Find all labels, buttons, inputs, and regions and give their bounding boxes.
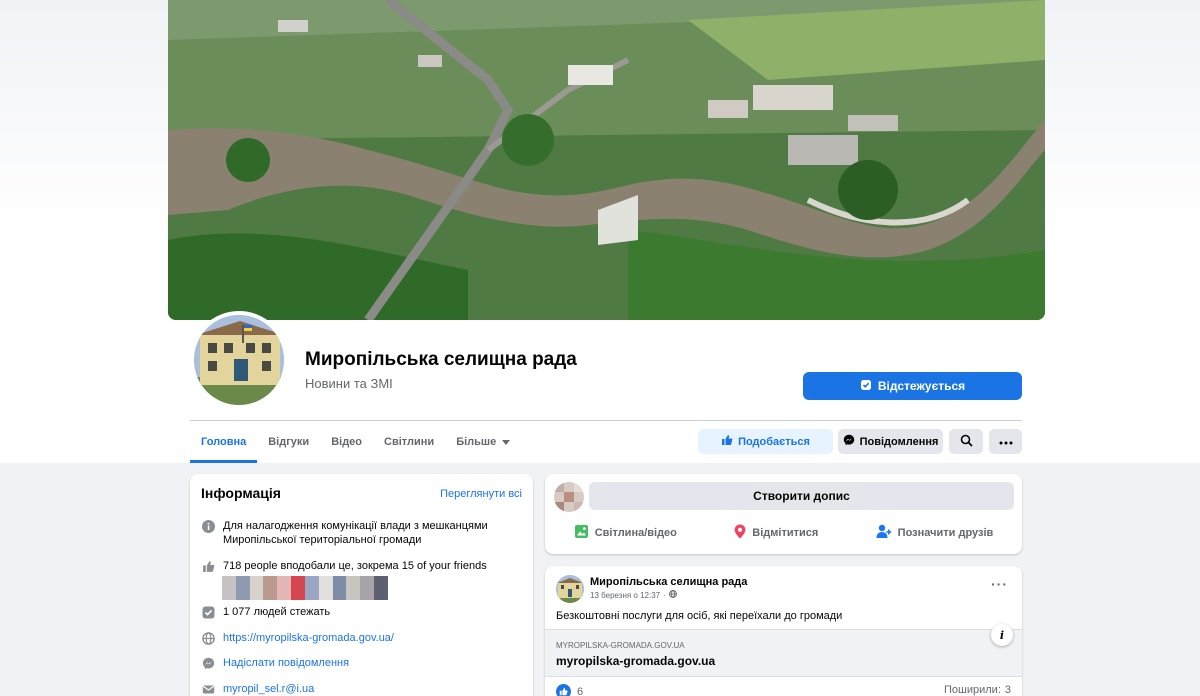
link-preview-title: myropilska-gromada.gov.ua (556, 654, 716, 668)
thumbs-up-icon (201, 559, 215, 573)
follow-check-icon (860, 379, 872, 394)
page-category[interactable]: Новини та ЗМІ (305, 376, 393, 391)
like-page-label: Подобається (738, 435, 810, 448)
website-link[interactable]: https://myropilska-gromada.gov.ua/ (223, 631, 394, 645)
friends-avatars-strip[interactable] (222, 576, 388, 600)
more-icon (999, 436, 1013, 448)
create-post-input[interactable]: Створити допис (589, 482, 1014, 510)
link-preview-domain: MYROPILSKA-GROMADA.GOV.UA (556, 641, 685, 650)
like-page-button[interactable]: Подобається (698, 429, 833, 454)
info-icon[interactable]: i (991, 624, 1013, 646)
post-meta: 13 березня о 12:37 · (590, 590, 677, 600)
tab-more[interactable]: Більше (445, 421, 521, 463)
tab-videos[interactable]: Відео (320, 421, 373, 463)
reactions-count: 6 (577, 685, 584, 696)
chevron-down-icon (502, 439, 511, 445)
link-preview[interactable]: MYROPILSKA-GROMADA.GOV.UA myropilska-gro… (545, 629, 1022, 677)
tab-reviews[interactable]: Відгуки (257, 421, 320, 463)
checkin-button[interactable]: Відмітитися (734, 518, 818, 548)
post-shares[interactable]: Поширили: 3 (944, 684, 1011, 696)
tab-videos-label: Відео (331, 436, 363, 448)
photo-video-label: Світлина/відео (594, 527, 677, 539)
post-reactions[interactable]: 6 (556, 684, 583, 696)
send-message-link[interactable]: Надіслати повідомлення (223, 656, 349, 670)
globe-small-icon (668, 590, 677, 600)
photo-icon (574, 524, 589, 542)
shares-count: 3 (1004, 684, 1011, 696)
tag-friends-button[interactable]: Позначити друзів (876, 518, 994, 548)
tab-more-label: Більше (456, 436, 497, 448)
checkin-label: Відмітитися (752, 527, 819, 539)
page-search-button[interactable] (949, 429, 983, 454)
post-card: Миропільська селищна рада 13 березня о 1… (545, 566, 1022, 696)
shares-label: Поширили: (944, 684, 1001, 696)
info-message-row: Надіслати повідомлення (201, 656, 349, 670)
messenger-icon (201, 656, 215, 670)
follow-check-icon (201, 605, 215, 619)
info-icon (201, 519, 215, 533)
message-button[interactable]: Повідомлення (838, 429, 943, 454)
composer-actions: Світлина/відео Відмітитися Позначити дру… (545, 518, 1022, 548)
page-tabs: Головна Відгуки Відео Світлини Більше (190, 421, 521, 463)
info-title: Інформація (201, 485, 281, 501)
tag-friends-icon (876, 524, 892, 542)
following-button[interactable]: Відстежується (803, 372, 1022, 400)
thumbs-up-icon (556, 684, 571, 696)
info-likes-row: 718 people вподобали це, зокрема 15 of y… (201, 559, 487, 573)
messenger-icon (843, 434, 855, 449)
tab-home-label: Головна (201, 436, 247, 448)
search-icon (960, 434, 973, 450)
tag-friends-label: Позначити друзів (897, 527, 994, 539)
envelope-icon (201, 682, 215, 696)
post-more-icon[interactable]: ··· (991, 576, 1008, 592)
cover-photo[interactable] (168, 0, 1045, 320)
info-website-row: https://myropilska-gromada.gov.ua/ (201, 631, 394, 645)
see-all-link[interactable]: Переглянути всі (440, 488, 522, 500)
info-card: Інформація Переглянути всі Для налагодже… (190, 474, 533, 696)
page-more-button[interactable] (989, 429, 1022, 454)
tab-reviews-label: Відгуки (268, 436, 310, 448)
post-text: Безкоштовні послуги для осіб, які переїх… (556, 610, 843, 622)
message-button-label: Повідомлення (859, 435, 939, 448)
thumbs-up-icon (721, 434, 733, 449)
post-date[interactable]: 13 березня о 12:37 (590, 591, 660, 600)
globe-icon (201, 631, 215, 645)
info-about-row: Для налагодження комунікації влади з меш… (201, 519, 501, 547)
info-followers-row: 1 077 людей стежать (201, 605, 330, 619)
tab-home[interactable]: Головна (190, 421, 258, 463)
following-button-label: Відстежується (877, 379, 966, 393)
tab-photos[interactable]: Світлини (373, 421, 445, 463)
page-avatar[interactable] (190, 311, 288, 409)
info-email-row: myropil_sel.r@i.ua (201, 682, 314, 696)
user-avatar[interactable] (554, 482, 584, 512)
info-likes-text: 718 people вподобали це, зокрема 15 of y… (223, 560, 487, 572)
info-followers-text: 1 077 людей стежать (223, 606, 331, 618)
location-pin-icon (734, 524, 746, 542)
info-about-text: Для налагодження комунікації влади з меш… (223, 520, 488, 546)
post-author-avatar[interactable] (556, 575, 584, 603)
photo-video-button[interactable]: Світлина/відео (574, 518, 677, 548)
tab-photos-label: Світлини (384, 436, 435, 448)
create-post-card: Створити допис Світлина/відео Відмітитис… (545, 474, 1022, 554)
page-title: Миропільська селищна рада (305, 349, 577, 370)
email-link[interactable]: myropil_sel.r@i.ua (223, 682, 314, 696)
post-author-name[interactable]: Миропільська селищна рада (590, 576, 747, 588)
